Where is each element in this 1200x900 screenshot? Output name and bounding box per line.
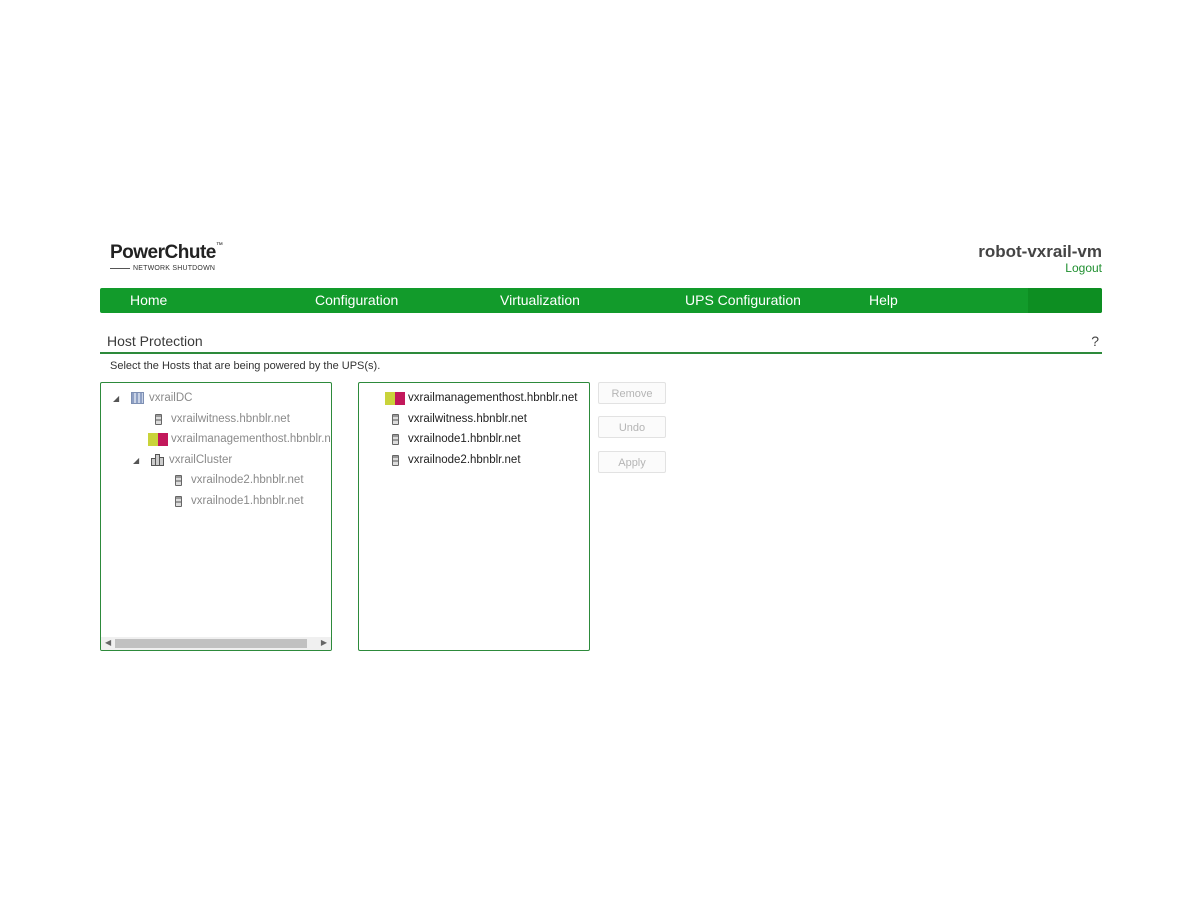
list-item[interactable]: vxrailwitness.hbnblr.net [390,410,527,428]
nav-virtualization[interactable]: Virtualization [500,292,580,308]
scroll-left-icon[interactable]: ◀ [105,638,111,647]
instruction-text: Select the Hosts that are being powered … [110,360,381,372]
nav-help[interactable]: Help [869,292,898,308]
tree-item-label: vxrailDC [149,392,193,404]
list-item-label: vxrailnode1.hbnblr.net [408,433,521,445]
hostname-label: robot-vxrail-vm [978,242,1102,261]
nav-accent [1028,288,1102,313]
protected-hosts-list[interactable]: vxrailmanagementhost.hbnblr.net vxrailwi… [358,382,590,651]
list-item[interactable]: vxrailmanagementhost.hbnblr.net [385,389,577,407]
server-icon [175,474,182,486]
server-icon [175,495,182,507]
list-item-label: vxrailwitness.hbnblr.net [408,413,527,425]
tree-item-label: vxrailnode2.hbnblr.net [191,474,304,486]
vm-host-icon [385,391,405,405]
logo-text: PowerChute [110,242,216,263]
logo-line [110,268,130,269]
cluster-icon [151,454,164,466]
nav-ups-configuration[interactable]: UPS Configuration [685,292,801,308]
tree-item-label: vxrailmanagementhost.hbnblr.net [171,433,332,445]
list-item-label: vxrailmanagementhost.hbnblr.net [408,392,578,404]
tree-item-host[interactable]: vxrailmanagementhost.hbnblr.net [148,430,332,448]
tree-item-host[interactable]: vxrailnode2.hbnblr.net [173,471,304,489]
logo-subtitle: NETWORK SHUTDOWN [133,265,216,272]
logo-trademark: ™ [215,242,223,249]
nav-configuration[interactable]: Configuration [315,292,398,308]
expand-toggle-icon[interactable]: ◢ [133,456,143,465]
help-icon[interactable]: ? [1091,333,1099,349]
apply-button[interactable]: Apply [598,451,666,473]
scroll-right-icon[interactable]: ▶ [321,638,327,647]
datacenter-icon [131,392,144,404]
server-icon [392,433,399,445]
tree-item-cluster[interactable]: ◢ vxrailCluster [133,451,232,469]
vm-host-icon [148,432,168,446]
tree-item-label: vxrailwitness.hbnblr.net [171,413,290,425]
tree-item-datacenter[interactable]: ◢ vxrailDC [113,389,192,407]
tree-item-label: vxrailCluster [169,454,233,466]
powerchute-logo: PowerChute™ NETWORK SHUTDOWN [110,242,223,272]
tree-item-host[interactable]: vxrailnode1.hbnblr.net [173,492,304,510]
section-divider [100,352,1102,354]
logout-link[interactable]: Logout [1065,261,1102,275]
list-item[interactable]: vxrailnode2.hbnblr.net [390,451,521,469]
tree-item-host[interactable]: vxrailwitness.hbnblr.net [153,410,290,428]
list-item[interactable]: vxrailnode1.hbnblr.net [390,430,521,448]
list-item-label: vxrailnode2.hbnblr.net [408,454,521,466]
server-icon [392,454,399,466]
scrollbar-thumb[interactable] [115,639,307,648]
undo-button[interactable]: Undo [598,416,666,438]
expand-toggle-icon[interactable]: ◢ [113,394,123,403]
tree-item-label: vxrailnode1.hbnblr.net [191,495,304,507]
page-title: Host Protection [107,333,203,349]
remove-button[interactable]: Remove [598,382,666,404]
server-icon [392,413,399,425]
available-hosts-tree[interactable]: ◢ vxrailDC vxrailwitness.hbnblr.net vxra… [100,382,332,651]
nav-home[interactable]: Home [130,292,167,308]
main-nav: Home Configuration Virtualization UPS Co… [100,288,1102,313]
server-icon [155,413,162,425]
horizontal-scrollbar[interactable]: ◀ ▶ [101,637,331,650]
